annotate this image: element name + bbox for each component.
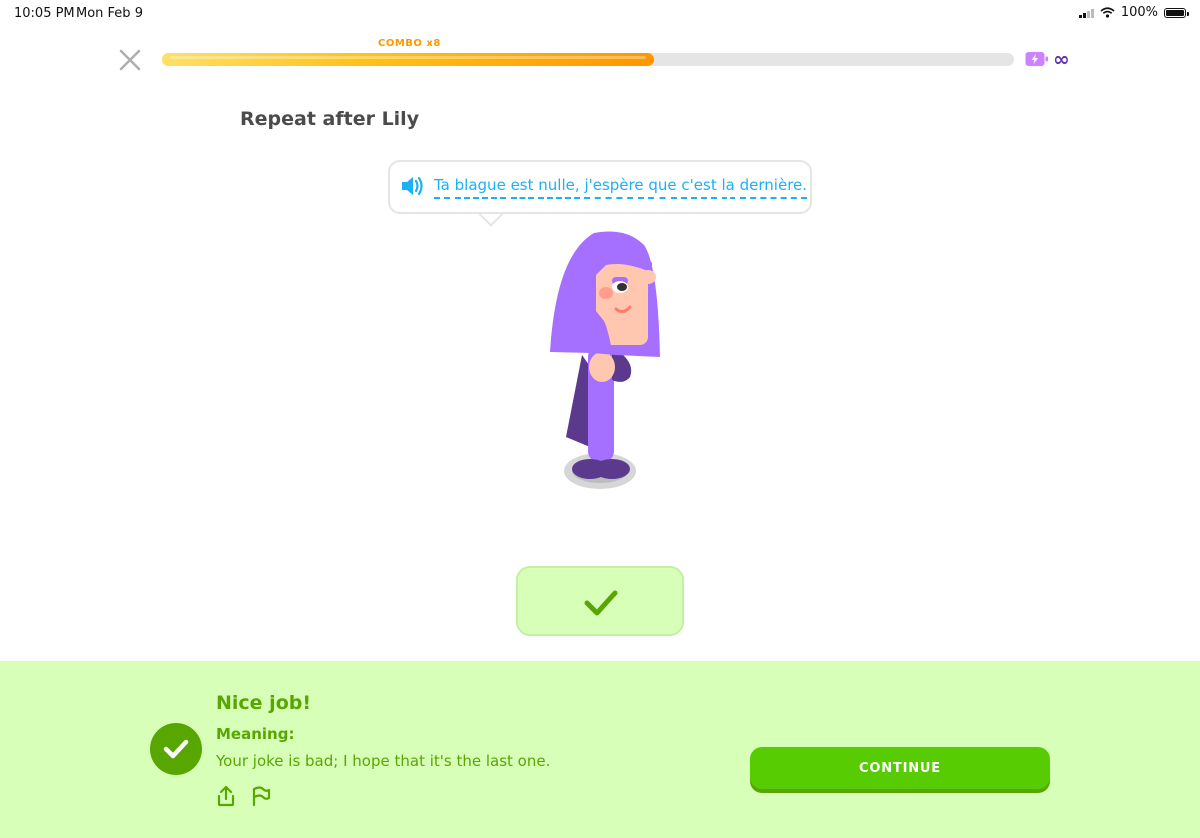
status-time: 10:05 PM: [14, 6, 75, 21]
phrase-word[interactable]: dernière.: [739, 176, 808, 199]
correct-badge: [150, 723, 202, 775]
feedback-title: Nice job!: [216, 692, 312, 714]
continue-button[interactable]: CONTINUE: [750, 747, 1050, 789]
close-icon: [119, 49, 141, 71]
energy-icon: [1025, 52, 1048, 66]
french-phrase: Ta blague est nulle, j'espère que c'est …: [434, 176, 808, 199]
meaning-label: Meaning:: [216, 725, 295, 743]
meaning-text: Your joke is bad; I hope that it's the l…: [216, 752, 551, 770]
checkmark-icon: [584, 590, 618, 616]
status-date: Mon Feb 9: [76, 6, 143, 21]
phrase-word[interactable]: Ta: [434, 176, 450, 199]
phrase-word[interactable]: que: [648, 176, 677, 199]
phrase-word[interactable]: c'est: [681, 176, 717, 199]
lily-character-illustration: [550, 231, 660, 489]
play-audio-button[interactable]: [400, 175, 424, 201]
share-icon: [217, 785, 235, 807]
lesson-progress-bar: [162, 53, 1014, 66]
exercise-prompt: Repeat after Lily: [240, 108, 420, 130]
phrase-word[interactable]: la: [721, 176, 735, 199]
speaker-icon: [402, 176, 423, 196]
combo-label: COMBO x8: [378, 38, 441, 49]
wifi-icon: [1100, 7, 1115, 18]
status-bar: 10:05 PM Mon Feb 9 100%: [0, 0, 1200, 28]
share-button[interactable]: [215, 784, 237, 812]
energy-infinity-label: ∞: [1053, 47, 1070, 71]
phrase-word[interactable]: nulle,: [538, 176, 580, 199]
battery-percent: 100%: [1120, 5, 1158, 20]
status-indicators: 100%: [1078, 5, 1189, 20]
checkmark-icon: [163, 739, 189, 759]
answer-result-tile: [516, 566, 684, 636]
phrase-word[interactable]: blague: [454, 176, 506, 199]
speech-bubble: Ta blague est nulle, j'espère que c'est …: [388, 160, 812, 214]
lesson-progress-fill: [162, 53, 654, 66]
battery-icon: [1164, 7, 1189, 18]
close-button[interactable]: [116, 46, 144, 74]
signal-icon: [1078, 8, 1094, 18]
phrase-word[interactable]: est: [510, 176, 534, 199]
flag-icon: [252, 786, 271, 807]
phrase-word[interactable]: j'espère: [584, 176, 644, 199]
report-button[interactable]: [250, 784, 272, 812]
